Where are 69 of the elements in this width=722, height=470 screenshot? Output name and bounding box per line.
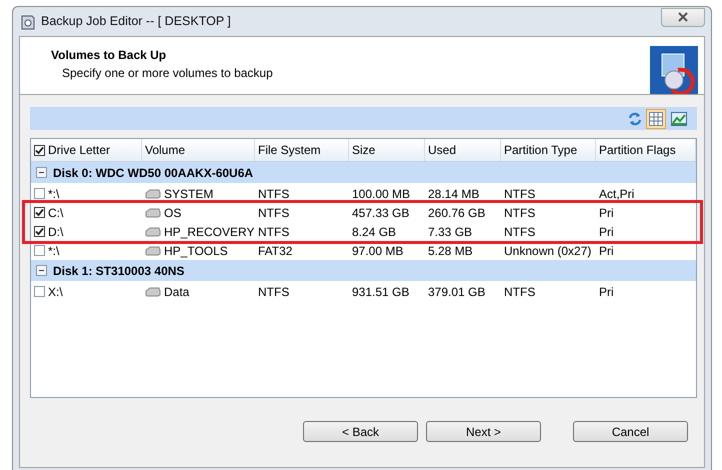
- partition-type-cell-text: Unknown (0x27): [504, 242, 592, 260]
- collapse-icon[interactable]: [36, 167, 47, 178]
- column-header[interactable]: Size: [352, 141, 376, 159]
- partition-flags-cell-text: Pri: [599, 224, 614, 240]
- used-cell-text: 28.14 MB: [428, 186, 480, 202]
- column-header[interactable]: Used: [428, 141, 456, 159]
- size-cell-text: 100.00 MB: [352, 186, 410, 202]
- partition-type-cell-text: NTFS: [504, 284, 536, 300]
- checkbox[interactable]: [34, 144, 45, 156]
- page-subtitle: Specify one or more volumes to backup: [61, 65, 274, 82]
- drive-cell-text: *:\: [48, 186, 60, 202]
- partition-type-cell-text: NTFS: [504, 186, 536, 202]
- drive-cell-text: X:\: [48, 284, 63, 300]
- drive-icon: [145, 188, 161, 198]
- drive-icon: [145, 226, 161, 236]
- checkbox[interactable]: [34, 286, 45, 297]
- drive-icon: [145, 286, 161, 296]
- checkbox[interactable]: [34, 207, 45, 218]
- next-button[interactable]: Next >: [426, 421, 541, 442]
- checkbox[interactable]: [34, 188, 45, 199]
- page-title: Volumes to Back Up: [51, 47, 168, 64]
- close-button[interactable]: [661, 8, 705, 26]
- partition-type-cell-text: NTFS: [504, 224, 536, 240]
- size-cell-text: 97.00 MB: [352, 242, 404, 260]
- filesystem-cell-text: NTFS: [258, 284, 290, 300]
- checkbox[interactable]: [34, 245, 45, 256]
- refresh-icon[interactable]: [627, 110, 643, 126]
- volume-cell-text: HP_TOOLS: [164, 242, 228, 260]
- column-header[interactable]: Volume: [145, 141, 186, 159]
- backup-logo-icon: [650, 46, 698, 94]
- collapse-icon[interactable]: [36, 265, 47, 276]
- checkbox[interactable]: [34, 226, 45, 237]
- grid-view-button[interactable]: [646, 108, 666, 128]
- filesystem-cell-text: FAT32: [258, 242, 292, 260]
- filesystem-cell-text: NTFS: [258, 204, 290, 222]
- volume-cell-text: OS: [164, 204, 182, 222]
- group-title: Disk 1: ST310003 40NS: [53, 262, 184, 280]
- column-header[interactable]: Partition Type: [504, 141, 578, 159]
- partition-flags-cell-text: Act,Pri: [599, 186, 634, 202]
- app-icon: [21, 14, 35, 30]
- partition-flags-cell-text: Pri: [599, 242, 614, 260]
- size-cell-text: 8.24 GB: [352, 224, 396, 240]
- drive-cell-text: *:\: [48, 242, 60, 260]
- size-cell-text: 931.51 GB: [352, 284, 410, 300]
- filesystem-cell-text: NTFS: [258, 186, 290, 202]
- partition-flags-cell-text: Pri: [599, 204, 614, 222]
- drive-icon: [145, 208, 161, 218]
- volume-cell-text: HP_RECOVERY: [164, 224, 254, 240]
- size-cell-text: 457.33 GB: [352, 204, 410, 222]
- cancel-button[interactable]: Cancel: [573, 421, 688, 442]
- back-button[interactable]: < Back: [303, 421, 418, 442]
- used-cell-text: 5.28 MB: [428, 242, 473, 260]
- column-header[interactable]: File System: [258, 141, 321, 159]
- partition-flags-cell-text: Pri: [599, 284, 614, 300]
- column-header[interactable]: Partition Flags: [599, 141, 676, 159]
- used-cell-text: 379.01 GB: [428, 284, 486, 300]
- filesystem-cell-text: NTFS: [258, 224, 290, 240]
- group-title: Disk 0: WDC WD50 00AAKX-60U6A: [53, 164, 254, 182]
- close-icon: [677, 12, 689, 22]
- drive-icon: [145, 246, 161, 256]
- drive-cell-text: C:\: [48, 204, 64, 222]
- partition-type-cell-text: NTFS: [504, 204, 536, 222]
- volume-cell-text: SYSTEM: [164, 186, 214, 202]
- used-cell-text: 260.76 GB: [428, 204, 486, 222]
- window-title: Backup Job Editor -- [ DESKTOP ]: [41, 13, 231, 30]
- drive-cell-text: D:\: [48, 224, 64, 240]
- column-header[interactable]: Drive Letter: [48, 141, 110, 159]
- volume-cell-text: Data: [164, 284, 190, 300]
- used-cell-text: 7.33 GB: [428, 224, 472, 240]
